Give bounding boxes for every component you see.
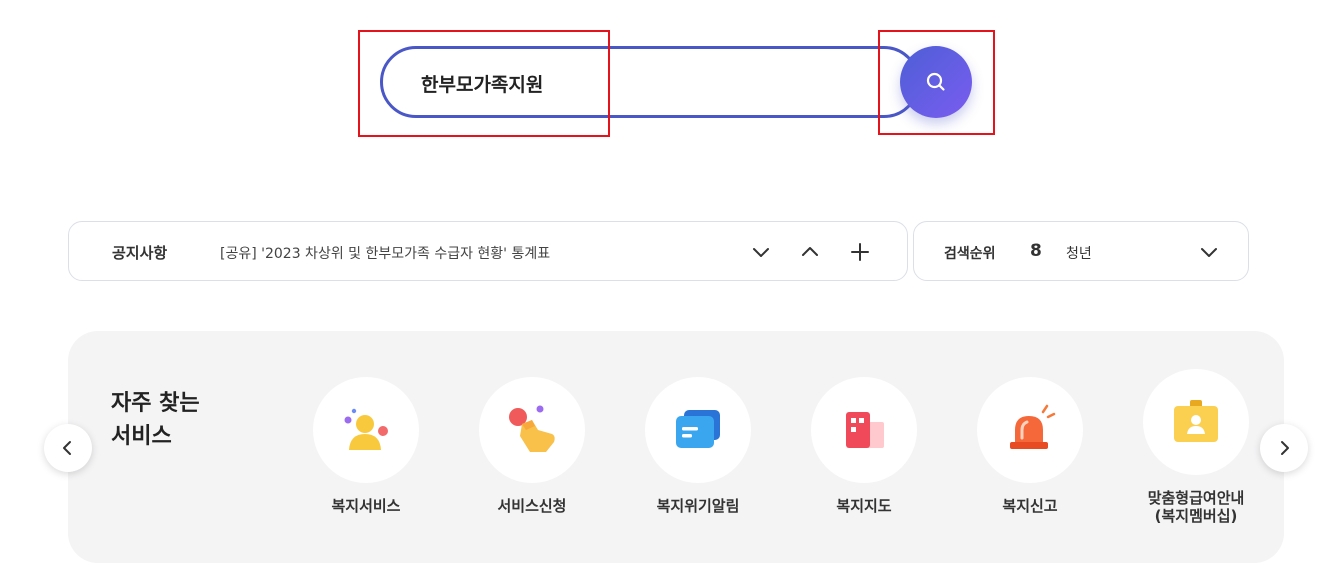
service-label: 복지신고 [1002, 497, 1058, 515]
person-icon [344, 408, 388, 450]
service-icon-circle [977, 377, 1083, 483]
search-icon [926, 72, 945, 91]
service-icon-circle [645, 377, 751, 483]
search-box[interactable] [380, 46, 920, 118]
ranking-number: 8 [1030, 241, 1042, 261]
search-button[interactable] [900, 46, 972, 118]
notice-prev-button[interactable] [795, 237, 825, 267]
notice-label: 공지사항 [112, 244, 168, 262]
carousel-next-button[interactable] [1260, 424, 1308, 472]
chevron-right-icon [1281, 441, 1289, 455]
ranking-toggle-button[interactable] [1194, 237, 1224, 267]
chevron-down-icon [1201, 248, 1217, 257]
service-label: 맞춤형급여안내 (복지멤버십) [1121, 489, 1271, 525]
hand-pointer-icon [509, 405, 555, 452]
search-input[interactable] [421, 65, 861, 101]
service-crisis-alert[interactable]: 복지위기알림 [623, 377, 773, 515]
service-label: 서비스신청 [497, 497, 567, 515]
search-area [380, 46, 972, 118]
id-badge-icon [1174, 400, 1218, 442]
siren-icon [1010, 404, 1056, 449]
service-label: 복지서비스 [331, 497, 401, 515]
panel-title: 자주 찾는 서비스 [111, 387, 200, 453]
notice-next-button[interactable] [746, 237, 776, 267]
chevron-left-icon [63, 441, 71, 455]
service-label-line1: 맞춤형급여안내 [1147, 489, 1245, 507]
chevron-up-icon [802, 247, 818, 256]
frequent-services-panel: 자주 찾는 서비스 복지서비스 서비스신청 복지위기알림 복지지도 복지신고 맞… [68, 331, 1284, 563]
notice-bar: 공지사항 [공유] '2023 차상위 및 한부모가족 수급자 현황' 통계표 [68, 221, 908, 281]
panel-title-line2: 서비스 [111, 424, 172, 449]
message-icon [676, 410, 720, 448]
service-welfare-map[interactable]: 복지지도 [789, 377, 939, 515]
ranking-label: 검색순위 [944, 246, 996, 262]
search-ranking-bar: 검색순위 8 청년 [913, 221, 1249, 281]
chevron-down-icon [753, 248, 769, 257]
service-icon-circle [1143, 369, 1249, 475]
plus-icon [851, 243, 869, 261]
notice-more-button[interactable] [845, 237, 875, 267]
service-label-line2: (복지멤버십) [1154, 507, 1238, 525]
service-report[interactable]: 복지신고 [955, 377, 1105, 515]
service-icon-circle [479, 377, 585, 483]
service-custom-benefits[interactable]: 맞춤형급여안내 (복지멤버십) [1121, 369, 1271, 525]
notice-text-link[interactable]: [공유] '2023 차상위 및 한부모가족 수급자 현황' 통계표 [220, 243, 550, 263]
service-label: 복지지도 [836, 497, 892, 515]
carousel-prev-button[interactable] [44, 424, 92, 472]
ranking-keyword[interactable]: 청년 [1066, 243, 1092, 263]
service-icon-circle [313, 377, 419, 483]
service-welfare[interactable]: 복지서비스 [291, 377, 441, 515]
service-label: 복지위기알림 [656, 497, 740, 515]
panel-title-line1: 자주 찾는 [111, 391, 200, 416]
building-icon [846, 412, 884, 448]
service-icon-circle [811, 377, 917, 483]
service-apply[interactable]: 서비스신청 [457, 377, 607, 515]
